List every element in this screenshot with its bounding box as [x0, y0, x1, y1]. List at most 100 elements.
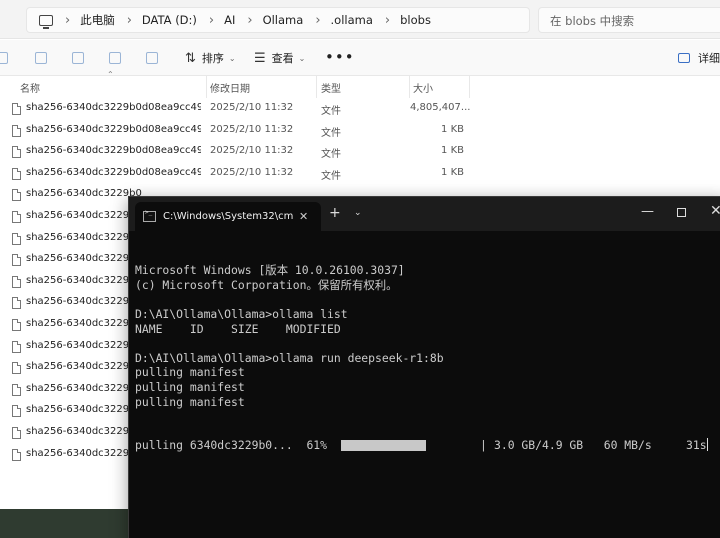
cmd-icon [143, 209, 156, 222]
file-icon [12, 383, 21, 396]
more-options-button[interactable]: ••• [325, 48, 355, 66]
column-header-type[interactable]: 类型 [321, 80, 341, 95]
breadcrumb-blobs[interactable]: blobs [400, 13, 431, 27]
terminal-line: NAME ID SIZE MODIFIED [135, 321, 341, 336]
file-type: 文件 [321, 170, 341, 182]
computer-icon[interactable] [39, 14, 53, 29]
file-size: 1 KB [441, 166, 464, 178]
file-icon [12, 167, 21, 180]
delete-icon[interactable] [146, 52, 158, 64]
cmd-terminal-window[interactable]: C:\Windows\System32\cmd.e ✕ + ⌄ — ✕ Micr… [128, 196, 720, 538]
file-row[interactable]: sha256-6340dc3229b0d08ea9cc49b75... 2025/… [0, 121, 470, 143]
file-icon [12, 448, 21, 461]
file-size: 4,805,407... [410, 102, 471, 113]
file-icon [12, 319, 21, 331]
column-divider[interactable] [469, 76, 470, 98]
chevron-right-icon[interactable]: › [127, 13, 132, 28]
view-icon: ☰ [254, 50, 266, 66]
new-tab-icon[interactable]: + [329, 205, 341, 221]
file-name: sha256-6340dc3229b0d08ea9cc49b75... [26, 123, 201, 135]
desktop-background-strip [0, 509, 130, 538]
terminal-line: (c) Microsoft Corporation。保留所有权利。 [135, 277, 398, 292]
minimize-icon[interactable]: — [641, 204, 654, 219]
file-icon [12, 427, 21, 439]
tab-title: C:\Windows\System32\cmd.e [163, 211, 293, 222]
copy-icon[interactable] [35, 52, 47, 64]
file-icon [12, 254, 21, 267]
view-label: 查看 [271, 52, 294, 65]
file-date: 2025/2/10 11:32 [210, 145, 294, 157]
file-name: sha256-6340dc3229b0d08ea9cc49b75... [26, 102, 201, 113]
file-icon [12, 146, 21, 159]
chevron-right-icon[interactable]: › [247, 13, 252, 28]
breadcrumb-data-drive[interactable]: DATA (D:) [142, 13, 197, 27]
file-icon [12, 362, 21, 375]
progress-label: pulling 6340dc3229b0... 61% [135, 438, 328, 453]
breadcrumb-this-pc[interactable]: 此电脑 [80, 12, 115, 28]
chevron-down-icon: ⌄ [228, 53, 236, 63]
terminal-output[interactable]: Microsoft Windows [版本 10.0.26100.3037] (c… [135, 234, 720, 482]
terminal-tab[interactable]: C:\Windows\System32\cmd.e ✕ [135, 202, 321, 231]
progress-bar [341, 440, 481, 452]
address-bar[interactable]: › 此电脑 › DATA (D:) › AI › Ollama › .ollam… [26, 7, 530, 33]
close-icon[interactable]: ✕ [710, 203, 720, 219]
chevron-down-icon[interactable]: ⌄ [354, 208, 362, 218]
breadcrumb-ollama[interactable]: Ollama [263, 13, 304, 27]
breadcrumb-ai[interactable]: AI [224, 13, 235, 27]
share-icon[interactable] [109, 52, 121, 64]
new-icon[interactable] [0, 52, 8, 64]
terminal-line: Microsoft Windows [版本 10.0.26100.3037] [135, 263, 405, 278]
sort-button[interactable]: ⇅ 排序 ⌄ [185, 50, 236, 66]
file-icon [12, 189, 21, 202]
details-pane-button[interactable]: 详细 [678, 50, 720, 66]
terminal-line: pulling manifest [135, 365, 245, 380]
file-row[interactable]: sha256-6340dc3229b0d08ea9cc49b75... 2025/… [0, 99, 470, 121]
file-date: 2025/2/10 11:32 [210, 123, 294, 135]
view-button[interactable]: ☰ 查看 ⌄ [254, 50, 305, 66]
file-icon [12, 297, 21, 310]
details-pane-icon [678, 53, 690, 63]
sort-icon: ⇅ [185, 50, 196, 66]
column-header-size[interactable]: 大小 [413, 80, 433, 95]
progress-separator: | [480, 438, 487, 453]
chevron-right-icon[interactable]: › [209, 13, 214, 28]
file-icon [12, 103, 21, 115]
sort-label: 排序 [201, 52, 224, 65]
address-bar-row: › 此电脑 › DATA (D:) › AI › Ollama › .ollam… [0, 0, 720, 39]
search-input[interactable]: 在 blobs 中搜索 [538, 7, 720, 33]
progress-bar-fill [341, 440, 427, 452]
column-divider[interactable] [409, 76, 410, 98]
details-label: 详细 [698, 52, 720, 65]
terminal-lines: Microsoft Windows [版本 10.0.26100.3037] (c… [135, 263, 720, 409]
file-icon [12, 232, 21, 245]
file-name: sha256-6340dc3229b0d08ea9cc49b75... [26, 145, 201, 157]
breadcrumb-dot-ollama[interactable]: .ollama [331, 13, 373, 27]
file-size: 1 KB [441, 123, 464, 135]
maximize-icon[interactable] [677, 208, 686, 217]
file-date: 2025/2/10 11:32 [210, 102, 294, 113]
file-row[interactable]: sha256-6340dc3229b0d08ea9cc49b75... 2025/… [0, 142, 470, 164]
chevron-down-icon: ⌄ [298, 53, 306, 63]
column-header-name[interactable]: 名称 [20, 80, 40, 95]
file-name: sha256-6340dc3229b0d08ea9cc49b75... [26, 166, 201, 178]
column-header-date[interactable]: 修改日期 [210, 80, 250, 95]
column-divider[interactable] [206, 76, 207, 98]
file-icon [12, 405, 21, 418]
file-row[interactable]: sha256-6340dc3229b0d08ea9cc49b75... 2025/… [0, 164, 470, 186]
file-type: 文件 [321, 149, 341, 161]
file-date: 2025/2/10 11:32 [210, 166, 294, 178]
file-icon [12, 340, 21, 353]
file-icon [12, 275, 21, 288]
chevron-right-icon[interactable]: › [385, 13, 390, 28]
chevron-right-icon[interactable]: › [65, 13, 70, 28]
terminal-title-bar[interactable]: C:\Windows\System32\cmd.e ✕ + ⌄ — ✕ [129, 197, 720, 231]
terminal-line: pulling manifest [135, 394, 245, 409]
text-cursor [706, 438, 708, 452]
chevron-right-icon[interactable]: › [315, 13, 320, 28]
column-divider[interactable] [316, 76, 317, 98]
file-icon [12, 211, 21, 223]
terminal-line: D:\AI\Ollama\Ollama>ollama list [135, 306, 348, 321]
close-tab-icon[interactable]: ✕ [299, 210, 308, 223]
rename-icon[interactable] [72, 52, 84, 64]
